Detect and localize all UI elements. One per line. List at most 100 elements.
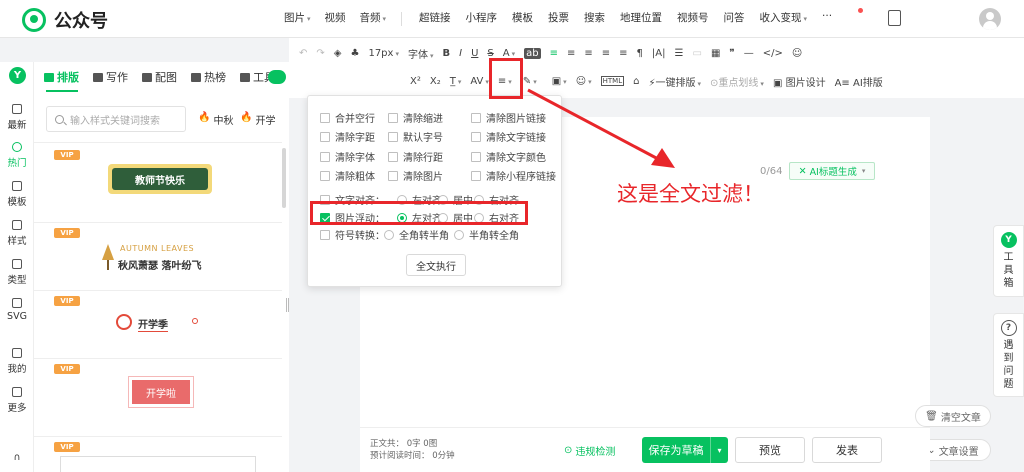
radio[interactable]: [454, 229, 464, 240]
divider-button[interactable]: —: [744, 48, 754, 59]
paragraph-spacing-button[interactable]: ¶: [637, 48, 643, 59]
menu-hyperlink[interactable]: 超链接: [419, 10, 451, 25]
option-clear-bold[interactable]: 清除粗体: [320, 168, 375, 183]
hot-tag-midautumn[interactable]: 🔥 中秋: [198, 112, 233, 127]
quote-button[interactable]: ❞: [729, 48, 734, 59]
table-button[interactable]: ▦: [711, 48, 720, 59]
menu-miniprogram[interactable]: 小程序: [466, 10, 498, 25]
option-clear-text-links[interactable]: 清除文字链接: [471, 129, 546, 144]
checkbox[interactable]: [388, 151, 398, 162]
nav-svg[interactable]: SVG: [0, 298, 34, 322]
toolbox-dock-button[interactable]: Y 工具箱: [993, 225, 1024, 297]
avatar[interactable]: [979, 8, 1001, 30]
tab-trending[interactable]: 热榜: [191, 69, 226, 85]
italic-button[interactable]: I: [459, 48, 462, 59]
font-family-select[interactable]: 字体 ▾: [408, 46, 434, 61]
underline-button[interactable]: U: [471, 48, 478, 59]
compliance-check-link[interactable]: ⊙ 违规检测: [564, 443, 615, 458]
menu-location[interactable]: 地理位置: [620, 10, 662, 25]
tab-layout[interactable]: 排版: [44, 69, 79, 85]
menu-audio[interactable]: 音频 ▾: [360, 10, 387, 25]
app-logo[interactable]: 公众号: [22, 7, 108, 33]
nav-styles[interactable]: 样式: [0, 220, 34, 247]
ai-title-button[interactable]: ✕ AI标题生成 ▾: [789, 162, 875, 180]
superscript-button[interactable]: X²: [410, 76, 421, 87]
redo-button[interactable]: ↷: [316, 48, 324, 59]
preview-button[interactable]: 预览: [735, 437, 805, 463]
nav-hot[interactable]: 热门: [0, 142, 34, 169]
menu-qa[interactable]: 问答: [724, 10, 745, 25]
text-border-button[interactable]: T̲ ▾: [450, 76, 462, 87]
option-clear-images[interactable]: 清除图片: [388, 168, 443, 183]
nav-latest[interactable]: 最新: [0, 104, 34, 131]
chevron-down-icon[interactable]: ▾: [710, 437, 728, 463]
headset-icon[interactable]: ∩: [0, 452, 34, 463]
checkbox[interactable]: [471, 131, 481, 142]
option-clear-letter-spacing[interactable]: 清除字距: [320, 129, 375, 144]
publish-button[interactable]: 发表: [812, 437, 882, 463]
panel-toggle[interactable]: [268, 70, 286, 84]
nav-mine[interactable]: 我的: [0, 348, 34, 375]
option-clear-line-height[interactable]: 清除行距: [388, 149, 443, 164]
bold-button[interactable]: B: [442, 48, 450, 59]
menu-monetize[interactable]: 收入变现 ▾: [760, 10, 808, 25]
checkbox[interactable]: [388, 112, 398, 123]
menu-channels[interactable]: 视频号: [677, 10, 709, 25]
menu-video[interactable]: 视频: [325, 10, 346, 25]
option-clear-text-color[interactable]: 清除文字颜色: [471, 149, 546, 164]
image-design-button[interactable]: ▣ 图片设计: [773, 74, 826, 89]
align-left-button[interactable]: ≡: [550, 48, 558, 59]
checkbox[interactable]: [320, 229, 330, 240]
menu-image[interactable]: 图片 ▾: [284, 10, 311, 25]
clear-article-button[interactable]: 🗑 清空文章: [915, 405, 991, 427]
kerning-button[interactable]: AV ▾: [470, 76, 489, 87]
checkbox[interactable]: [320, 131, 330, 142]
emoji-picker-icon[interactable]: ☺ ▾: [576, 76, 592, 87]
option-clear-miniprogram-links[interactable]: 清除小程序链接: [471, 168, 556, 183]
save-draft-button[interactable]: 保存为草稿 ▾: [642, 437, 728, 463]
option-clear-font[interactable]: 清除字体: [320, 149, 375, 164]
code-button[interactable]: </>: [763, 48, 783, 59]
nav-types[interactable]: 类型: [0, 259, 34, 286]
menu-vote[interactable]: 投票: [548, 10, 569, 25]
block-button[interactable]: ▭: [692, 48, 701, 59]
tab-writing[interactable]: 写作: [93, 69, 128, 85]
symbol-full-to-half[interactable]: 全角转半角: [384, 227, 449, 242]
menu-search[interactable]: 搜索: [584, 10, 605, 25]
menu-template[interactable]: 模板: [512, 10, 533, 25]
subscript-button[interactable]: X₂: [430, 76, 441, 87]
symbol-half-to-full[interactable]: 半角转全角: [454, 227, 519, 242]
html-icon[interactable]: HTML: [600, 76, 625, 86]
toolbox-icon[interactable]: ⌂: [633, 76, 639, 87]
insert-image-icon[interactable]: ▣ ▾: [552, 76, 567, 87]
hot-tag-school[interactable]: 🔥 开学: [240, 112, 275, 127]
checkbox[interactable]: [471, 170, 481, 181]
background-color-button[interactable]: ab: [524, 47, 541, 59]
undo-button[interactable]: ↶: [299, 48, 307, 59]
checkbox[interactable]: [320, 112, 330, 123]
radio[interactable]: [384, 229, 394, 240]
one-key-layout-button[interactable]: ⚡一键排版 ▾: [648, 74, 701, 89]
nav-templates[interactable]: 模板: [0, 181, 34, 208]
brand-icon[interactable]: Y: [9, 67, 26, 84]
nav-more[interactable]: 更多: [0, 387, 34, 414]
clear-format-button[interactable]: ♣: [350, 48, 359, 59]
execute-filter-button[interactable]: 全文执行: [406, 254, 466, 276]
emoji-button[interactable]: ☺: [792, 48, 802, 59]
checkbox[interactable]: [320, 170, 330, 181]
option-default-font-size[interactable]: 默认字号: [388, 129, 443, 144]
letter-spacing-button[interactable]: |A|: [652, 48, 666, 59]
magic-wand-icon[interactable]: ✎ ▾: [523, 76, 537, 87]
format-painter-button[interactable]: ◈: [334, 48, 342, 59]
checkbox[interactable]: [471, 151, 481, 162]
align-justify-button[interactable]: ≡: [602, 48, 610, 59]
option-symbol-convert[interactable]: 符号转换：: [320, 227, 385, 242]
list-button[interactable]: ☰: [675, 48, 684, 59]
option-clear-image-links[interactable]: 清除图片链接: [471, 110, 546, 125]
checkbox[interactable]: [471, 112, 481, 123]
more-menu-button[interactable]: ···: [822, 10, 832, 25]
strikethrough-button[interactable]: S: [487, 48, 493, 59]
panel-resize-handle[interactable]: [286, 298, 289, 312]
checkbox[interactable]: [388, 170, 398, 181]
font-size-select[interactable]: 17px ▾: [368, 48, 399, 59]
